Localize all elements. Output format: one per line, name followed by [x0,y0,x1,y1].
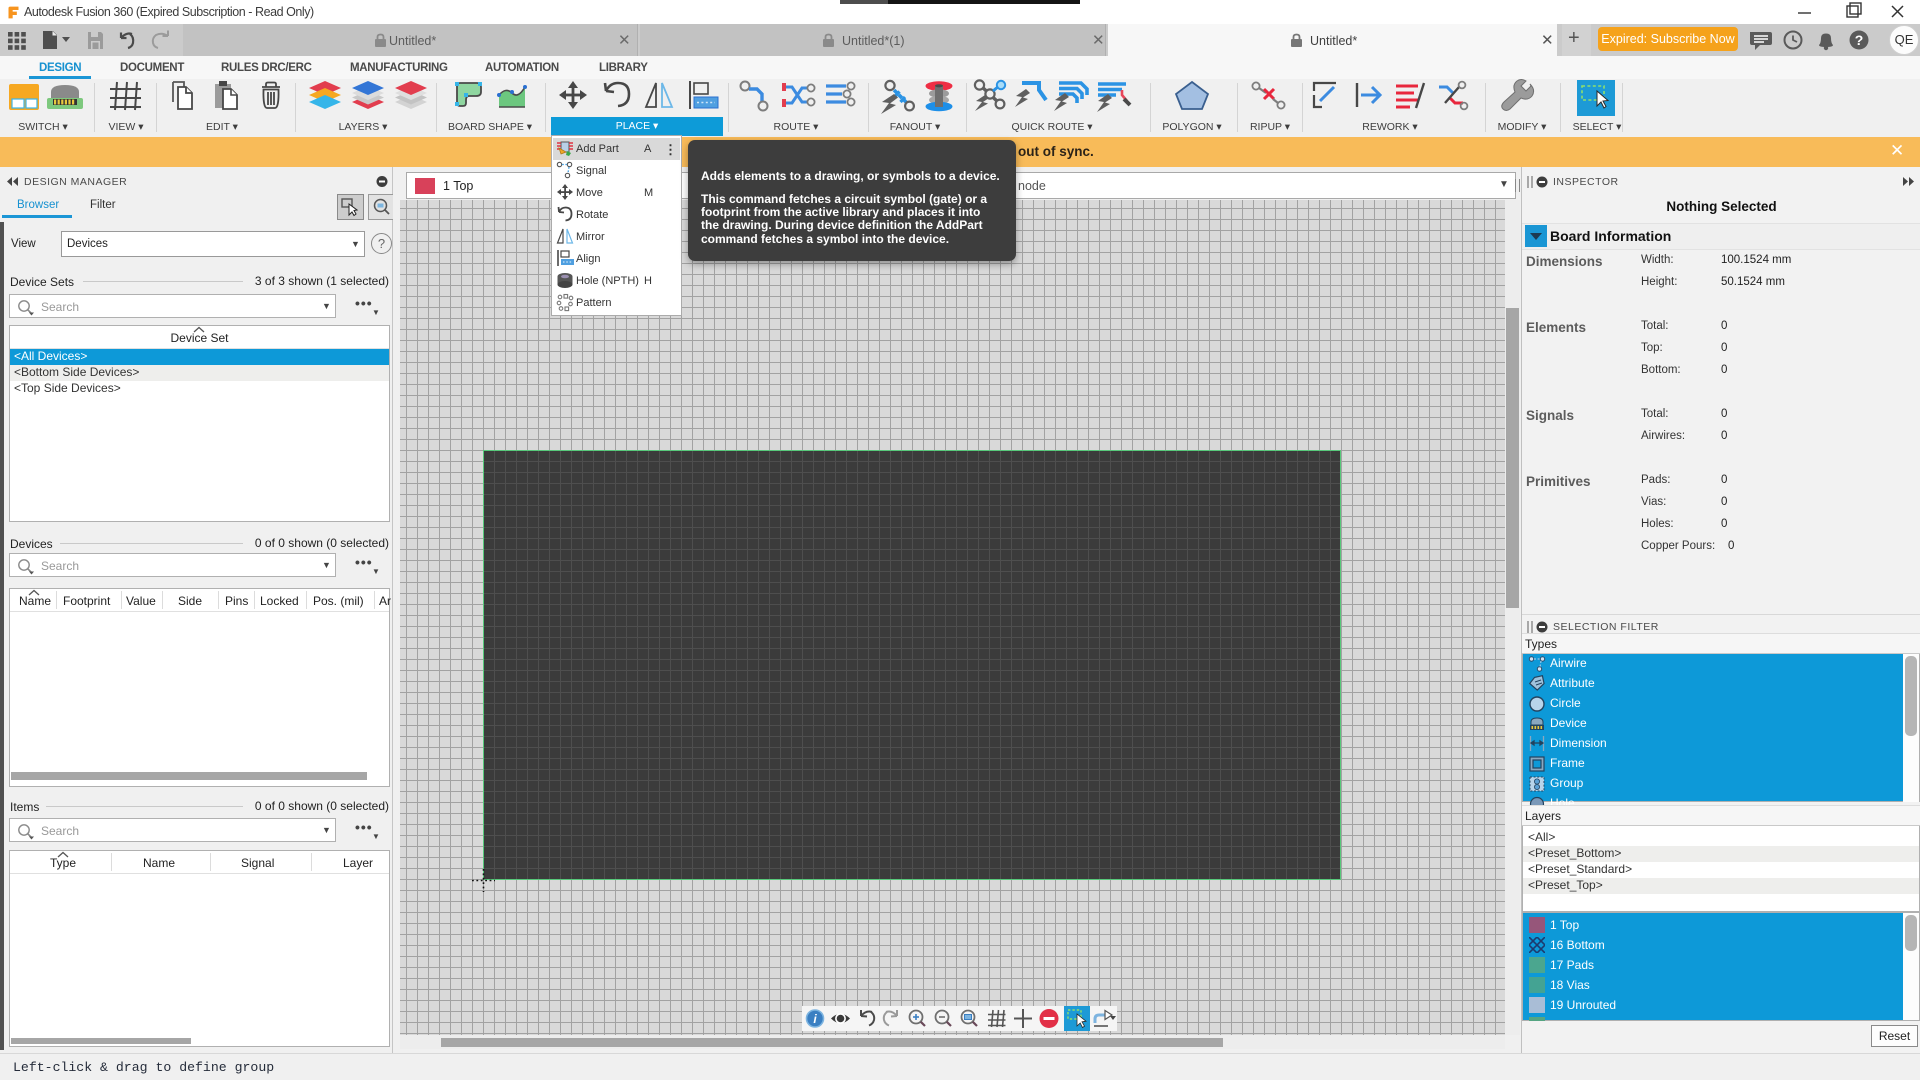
svg-text:?: ? [1855,32,1864,48]
